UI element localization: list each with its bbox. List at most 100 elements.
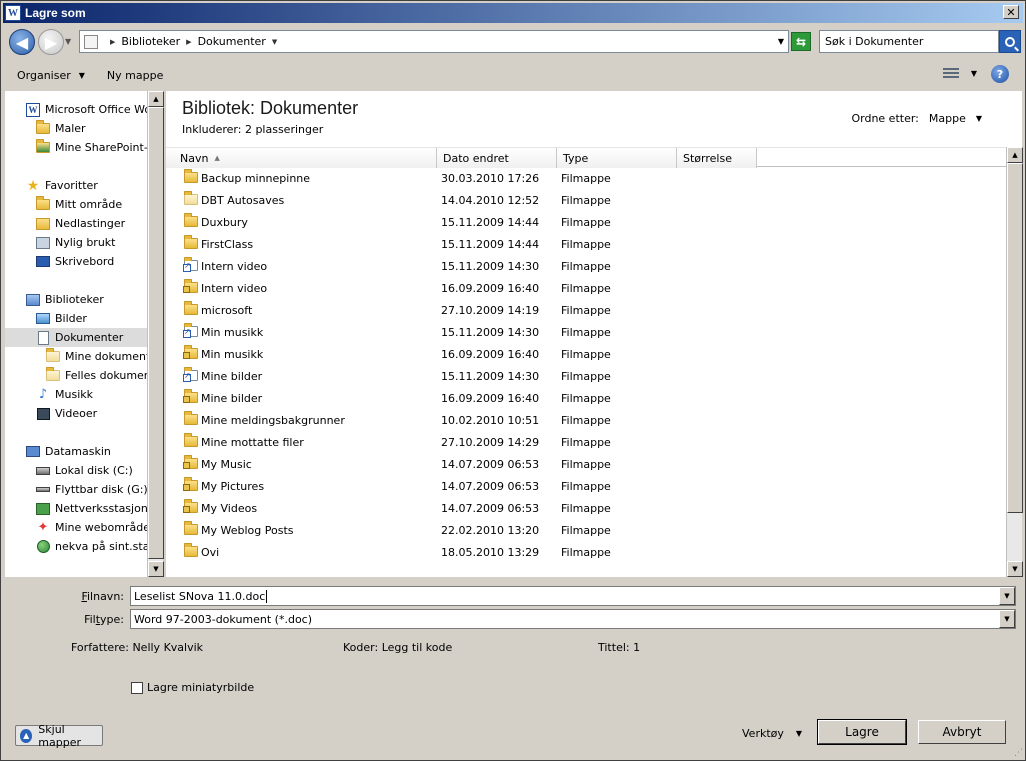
file-row[interactable]: My Weblog Posts 22.02.2010 13:20 Filmappe [166,519,1006,541]
content-scrollbar[interactable]: ▲ ▼ [1006,147,1023,577]
file-row[interactable]: Mine bilder 15.11.2009 14:30 Filmappe [166,365,1006,387]
file-row[interactable]: Min musikk 15.11.2009 14:30 Filmappe [166,321,1006,343]
file-row[interactable]: Duxbury 15.11.2009 14:44 Filmappe [166,211,1006,233]
library-includes[interactable]: Inkluderer: 2 plasseringer [182,123,323,136]
nav-item-my-documents[interactable]: Mine dokumenter [45,347,147,366]
organize-button[interactable]: Organiser ▼ [17,69,85,82]
column-date-modified[interactable]: Dato endret [437,148,557,168]
nav-item-web-sites[interactable]: ✦ Mine webområder p [35,518,147,537]
nav-item-downloads[interactable]: Nedlastinger [35,214,125,233]
new-folder-button[interactable]: Ny mappe [107,69,163,82]
save-button[interactable]: Lagre [817,719,907,745]
arrange-by-value[interactable]: Mappe [929,112,966,125]
nav-item-music[interactable]: ♪ Musikk [35,385,93,404]
forward-button[interactable]: ▶ [38,29,64,55]
search-button[interactable] [999,30,1021,53]
file-row[interactable]: My Music 14.07.2009 06:53 Filmappe [166,453,1006,475]
filename-dropdown-button[interactable]: ▼ [999,587,1015,605]
arrange-by: Ordne etter: Mappe ▼ [851,112,982,125]
content-pane: Bibliotek: Dokumenter Inkluderer: 2 plas… [166,91,1022,577]
shortcut-folder-icon [183,257,198,272]
authors-value[interactable]: Nelly Kvalvik [132,641,203,654]
file-row[interactable]: Mine bilder 16.09.2009 16:40 Filmappe [166,387,1006,409]
nav-item-word[interactable]: W Microsoft Office Word [25,100,147,119]
file-type: Filmappe [561,413,611,427]
resize-grip-icon[interactable]: ⋰ [1014,748,1023,758]
file-row[interactable]: Mine mottatte filer 27.10.2009 14:29 Filma… [166,431,1006,453]
nav-item-removable-disk[interactable]: Flyttbar disk (G:) [35,480,147,499]
recent-pages-dropdown[interactable]: ▼ [65,37,71,46]
folder-icon [184,235,198,249]
hide-folders-button[interactable]: ▲ Skjul mapper [15,723,103,749]
filetype-select[interactable]: Word 97-2003-dokument (*.doc) ▼ [130,609,1016,629]
view-options-icon[interactable] [943,68,959,81]
nav-item-network-drive[interactable]: Nettverksstasjon (I [35,499,147,518]
chevron-down-icon[interactable]: ▼ [976,114,982,123]
breadcrumb-chevron-icon[interactable]: ▶ [110,38,115,46]
filename-field[interactable]: Leselist SNova 11.0.doc ▼ [130,586,1016,606]
filetype-dropdown-button[interactable]: ▼ [999,610,1015,628]
nav-item-sharepoint[interactable]: Mine SharePoint-om [35,138,147,157]
close-button[interactable]: ✕ [1003,5,1019,19]
view-options-dropdown[interactable]: ▼ [971,69,977,78]
nav-item-local-disk[interactable]: Lokal disk (C:) [35,461,133,480]
nav-item-my-site[interactable]: Mitt område [35,195,122,214]
sharepoint-folder-icon [36,139,50,153]
scroll-down-button[interactable]: ▼ [1007,561,1023,577]
tools-button[interactable]: Verktøy ▼ [742,727,802,740]
file-row[interactable]: Intern video 15.11.2009 14:30 Filmappe [166,255,1006,277]
title-bar: W Lagre som ✕ [3,3,1023,23]
cancel-button[interactable]: Avbryt [918,720,1006,744]
file-row[interactable]: microsoft 27.10.2009 14:19 Filmappe [166,299,1006,321]
file-row[interactable]: Backup minnepinne 30.03.2010 17:26 Filmapp… [166,167,1006,189]
file-name: Intern video [201,259,268,273]
scroll-up-button[interactable]: ▲ [1007,147,1023,163]
file-row[interactable]: Intern video 16.09.2009 16:40 Filmappe [166,277,1006,299]
file-type: Filmappe [561,369,611,383]
scroll-up-button[interactable]: ▲ [148,91,164,107]
address-history-dropdown[interactable]: ▼ [778,37,784,46]
column-name[interactable]: Navn ▲ [166,148,437,168]
file-row[interactable]: DBT Autosaves 14.04.2010 12:52 Filmappe [166,189,1006,211]
nav-item-shared-documents[interactable]: Felles dokumente [45,366,147,385]
search-input[interactable]: Søk i Dokumenter [819,30,999,53]
nav-item-favorites[interactable]: ★ Favoritter [25,176,98,195]
nav-item-label: Lokal disk (C:) [55,464,133,477]
file-row[interactable]: My Pictures 14.07.2009 06:53 Filmappe [166,475,1006,497]
scroll-down-button[interactable]: ▼ [148,561,164,577]
file-row[interactable]: Ovi 18.05.2010 13:29 Filmappe [166,541,1006,563]
tags-value[interactable]: Legg til kode [382,641,453,654]
nav-item-videos[interactable]: Videoer [35,404,97,423]
nav-item-computer[interactable]: Datamaskin [25,442,111,461]
file-row[interactable]: FirstClass 15.11.2009 14:44 Filmappe [166,233,1006,255]
breadcrumb-documents[interactable]: Dokumenter [198,35,266,48]
nav-item-recent[interactable]: Nylig brukt [35,233,116,252]
file-row[interactable]: My Videos 14.07.2009 06:53 Filmappe [166,497,1006,519]
nav-item-desktop[interactable]: Skrivebord [35,252,114,271]
save-thumbnail-label[interactable]: Lagre miniatyrbilde [147,681,254,694]
scroll-thumb[interactable] [148,107,164,559]
breadcrumb-chevron-icon[interactable]: ▶ [186,38,191,46]
nav-item-network-location[interactable]: nekva på sint.statp [35,537,147,556]
nav-item-templates[interactable]: Maler [35,119,86,138]
breadcrumb-libraries[interactable]: Biblioteker [121,35,180,48]
nav-item-documents[interactable]: Dokumenter [5,328,147,347]
nav-item-pictures[interactable]: Bilder [35,309,87,328]
navigation-scrollbar[interactable]: ▲ ▼ [147,91,164,577]
back-button[interactable]: ◀ [9,29,35,55]
refresh-button[interactable]: ⇆ [791,32,811,51]
word-app-icon: W [5,5,21,21]
breadcrumb-chevron-icon[interactable]: ▼ [272,38,277,46]
file-name: microsoft [201,303,253,317]
column-type[interactable]: Type [557,148,677,168]
scroll-thumb[interactable] [1007,163,1023,513]
file-row[interactable]: Mine meldingsbakgrunner 10.02.2010 10:51 F… [166,409,1006,431]
address-bar[interactable]: ▶ Biblioteker ▶ Dokumenter ▼ ▼ [79,30,789,53]
file-date-modified: 14.04.2010 12:52 [441,193,540,207]
file-row[interactable]: Min musikk 16.09.2009 16:40 Filmappe [166,343,1006,365]
title-value[interactable]: 1 [633,641,640,654]
column-size[interactable]: Størrelse [677,148,757,168]
nav-item-libraries[interactable]: Biblioteker [25,290,104,309]
help-icon[interactable]: ? [991,65,1009,83]
save-thumbnail-checkbox[interactable] [131,682,143,694]
